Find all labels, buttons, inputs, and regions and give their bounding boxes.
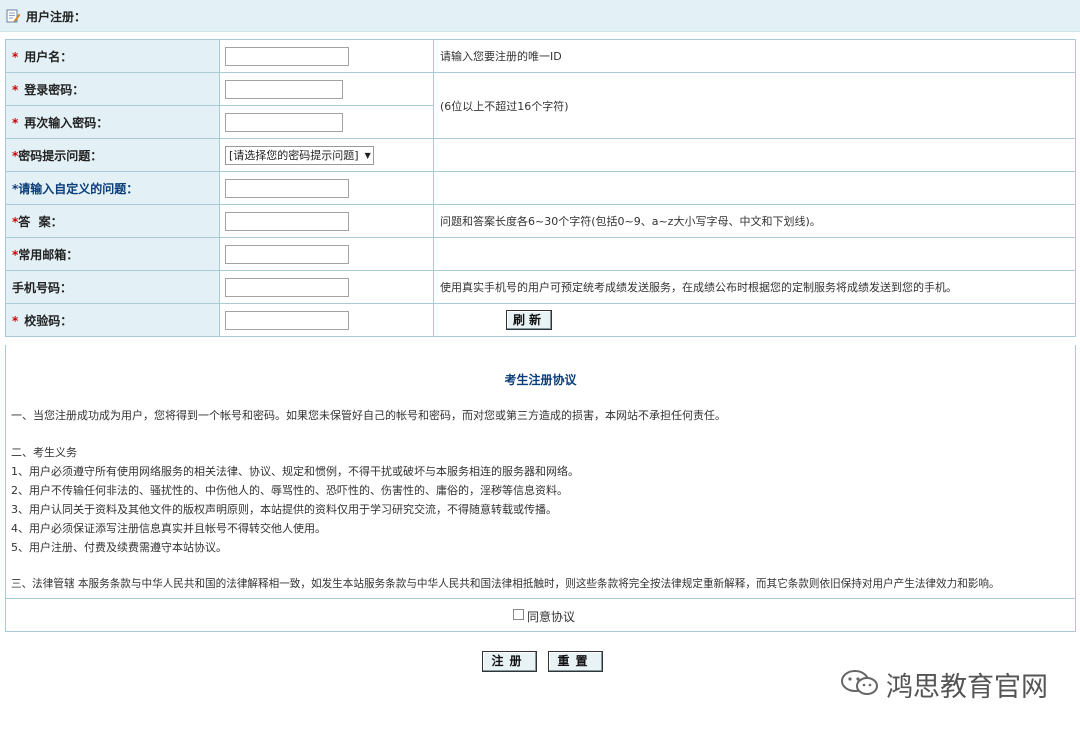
captcha-label: 校验码： bbox=[24, 313, 73, 328]
chevron-down-icon: ▼ bbox=[364, 151, 371, 160]
password-label: 登录密码： bbox=[24, 82, 85, 97]
agreement-line: 一、当您注册成功成为用户，您将得到一个帐号和密码。如果您未保管好自己的帐号和密码… bbox=[11, 409, 726, 422]
phone-tip: 使用真实手机号的用户可预定统考成绩发送服务，在成绩公布时根据您的定制服务将成绩发… bbox=[433, 270, 1076, 304]
form-row-email: *常用邮箱： bbox=[5, 237, 1076, 271]
agree-label[interactable]: 同意协议 bbox=[527, 608, 575, 625]
wechat-icon bbox=[841, 670, 878, 695]
agreement-line: 5、用户注册、付费及续费需遵守本站协议。 bbox=[11, 541, 227, 554]
edit-form-icon bbox=[6, 9, 20, 23]
registration-form: * 用户名： 请输入您要注册的唯一ID * 登录密码： (6位以上不超过16个字符)… bbox=[5, 39, 1076, 337]
agreement-line: 二、考生义务 bbox=[11, 446, 77, 459]
answer-input[interactable] bbox=[225, 211, 349, 231]
form-row-custom-question: *请输入自定义的问题： bbox=[5, 171, 1076, 205]
phone-input[interactable] bbox=[225, 277, 349, 297]
agreement-panel: 考生注册协议 一、当您注册成功成为用户，您将得到一个帐号和密码。如果您未保管好自… bbox=[5, 345, 1076, 599]
custom-question-input[interactable] bbox=[225, 178, 349, 198]
custom-question-label: 请输入自定义的问题： bbox=[18, 181, 139, 196]
answer-tip: 问题和答案长度各6~30个字符(包括0~9、a~z大小写字母、中文和下划线)。 bbox=[433, 204, 1076, 238]
page-header: 用户注册： bbox=[0, 0, 1080, 32]
refresh-button[interactable]: 刷新 bbox=[506, 310, 552, 330]
reset-button[interactable]: 重置 bbox=[548, 651, 603, 672]
hint-question-select[interactable]: [请选择您的密码提示问题] ▼ bbox=[225, 145, 374, 165]
required-mark: * bbox=[12, 49, 19, 64]
password-confirm-input[interactable] bbox=[225, 112, 343, 132]
password-confirm-label: 再次输入密码： bbox=[24, 115, 109, 130]
form-row-phone: 手机号码： 使用真实手机号的用户可预定统考成绩发送服务，在成绩公布时根据您的定制… bbox=[5, 270, 1076, 304]
password-input[interactable] bbox=[225, 79, 343, 99]
required-mark: * bbox=[12, 115, 19, 130]
agreement-title: 考生注册协议 bbox=[504, 373, 577, 387]
captcha-input[interactable] bbox=[225, 310, 349, 330]
page-title: 用户注册： bbox=[26, 10, 87, 24]
form-row-answer: *答 案： 问题和答案长度各6~30个字符(包括0~9、a~z大小写字母、中文和… bbox=[5, 204, 1076, 238]
email-input[interactable] bbox=[225, 244, 349, 264]
form-row-username: * 用户名： 请输入您要注册的唯一ID bbox=[5, 39, 1076, 73]
email-label: 常用邮箱： bbox=[18, 247, 79, 262]
agreement-line: 1、用户必须遵守所有使用网络服务的相关法律、协议、规定和惯例，不得干扰或破坏与本… bbox=[11, 465, 579, 478]
username-input[interactable] bbox=[225, 46, 349, 66]
hint-question-selected: [请选择您的密码提示问题] bbox=[229, 148, 359, 162]
form-row-password: * 登录密码： (6位以上不超过16个字符) bbox=[5, 72, 1076, 139]
agree-checkbox[interactable] bbox=[513, 609, 524, 620]
agreement-line: 2、用户不传输任何非法的、骚扰性的、中伤他人的、辱骂性的、恐吓性的、伤害性的、庸… bbox=[11, 484, 568, 497]
required-mark: * bbox=[12, 313, 19, 328]
username-label: 用户名： bbox=[24, 49, 73, 64]
form-row-hint-question: *密码提示问题： [请选择您的密码提示问题] ▼ bbox=[5, 138, 1076, 172]
agreement-line: 三、法律管辖 本服务条款与中华人民共和国的法律解释相一致，如发生本站服务条款与中… bbox=[11, 578, 1000, 590]
submit-button[interactable]: 注册 bbox=[482, 651, 537, 672]
hint-question-label: 密码提示问题： bbox=[18, 148, 103, 163]
password-tip: (6位以上不超过16个字符) bbox=[433, 72, 1076, 139]
required-mark: * bbox=[12, 82, 19, 97]
username-tip: 请输入您要注册的唯一ID bbox=[433, 39, 1076, 73]
agreement-line: 3、用户认同关于资料及其他文件的版权声明原则，本站提供的资料仅用于学习研究交流，… bbox=[11, 503, 557, 516]
answer-label: 答 案： bbox=[18, 214, 63, 229]
phone-label: 手机号码： bbox=[12, 280, 73, 295]
agreement-line: 4、用户必须保证添写注册信息真实并且帐号不得转交他人使用。 bbox=[11, 522, 326, 535]
form-row-captcha: * 校验码： 刷新 bbox=[5, 303, 1076, 337]
watermark-text: 鸿思教育官网 bbox=[886, 672, 1048, 703]
agree-row: 同意协议 bbox=[5, 598, 1076, 632]
